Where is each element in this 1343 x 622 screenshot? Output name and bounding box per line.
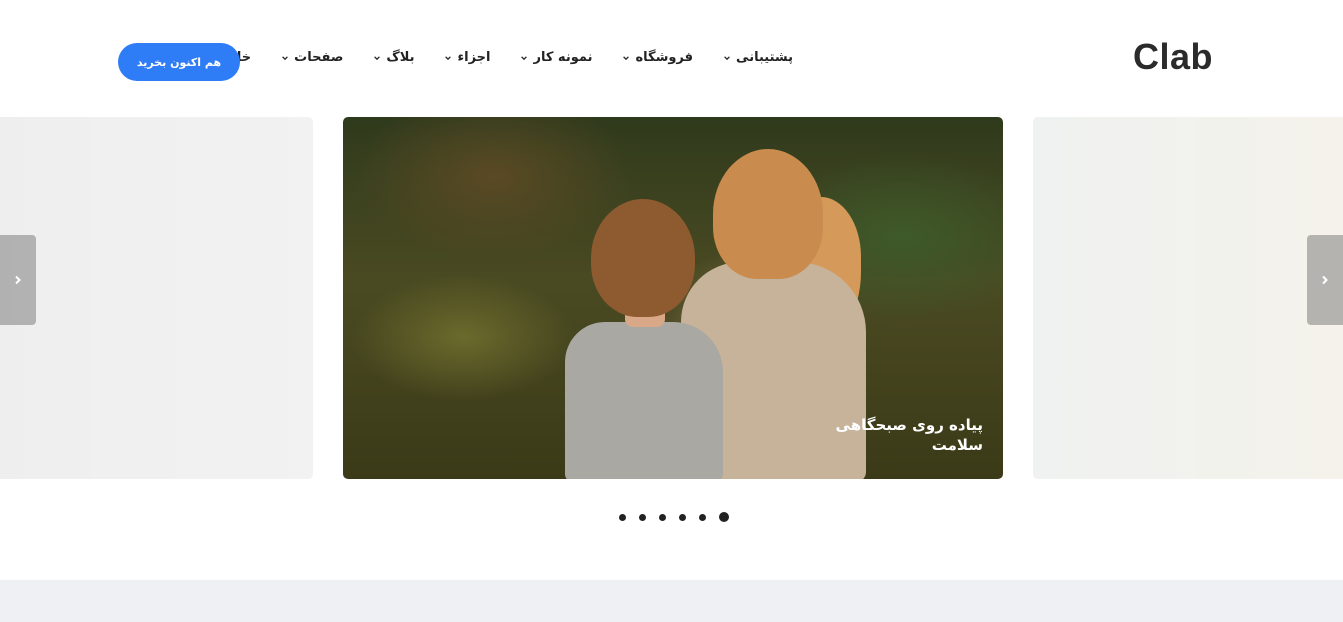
carousel-dot-6-active[interactable] (719, 512, 729, 522)
buy-now-button[interactable]: هم اکنون بخرید (118, 43, 240, 81)
carousel-dot-1[interactable] (619, 513, 626, 521)
nav-item-label: بلاگ (386, 50, 415, 65)
nav-item-shop[interactable]: فروشگاه (622, 50, 693, 65)
chevron-left-icon (15, 275, 21, 285)
photo-girl-head (713, 149, 823, 279)
image-carousel: پیاده روی صبحگاهی سلامت (0, 117, 1343, 479)
chevron-down-icon (724, 55, 730, 60)
site-logo[interactable]: Clab (1133, 36, 1213, 78)
nav-item-portfolio[interactable]: نمونه کار (520, 50, 592, 65)
nav-item-label: صفحات (294, 50, 344, 65)
carousel-dot-5[interactable] (699, 513, 706, 521)
photo-boy-body (565, 322, 723, 479)
nav-item-components[interactable]: اجزاء (444, 50, 490, 65)
carousel-pagination (619, 512, 729, 522)
nav-item-label: اجزاء (457, 50, 491, 65)
chevron-down-icon (623, 55, 630, 60)
nav-item-label: پشتیبانی (736, 50, 793, 65)
carousel-dot-2[interactable] (639, 513, 646, 521)
nav-item-support[interactable]: پشتیبانی (723, 50, 793, 65)
nav-item-blog[interactable]: بلاگ (373, 50, 414, 65)
slide-caption: پیاده روی صبحگاهی سلامت (835, 416, 983, 454)
carousel-prev-button[interactable] (0, 235, 36, 325)
nav-item-label: نمونه کار (533, 50, 593, 65)
carousel-next-button[interactable] (1307, 235, 1343, 325)
section-divider-band (0, 580, 1343, 622)
chevron-right-icon (1322, 275, 1328, 285)
chevron-down-icon (445, 55, 452, 60)
nav-item-pages[interactable]: صفحات (281, 50, 343, 65)
carousel-dot-3[interactable] (659, 513, 666, 521)
main-nav: خانه صفحات بلاگ اجزاء نمونه کار فروشگاه … (211, 50, 793, 65)
carousel-slide-next[interactable] (1033, 117, 1343, 479)
chevron-down-icon (521, 55, 528, 60)
carousel-dot-4[interactable] (679, 513, 686, 521)
carousel-slide-active[interactable]: پیاده روی صبحگاهی سلامت (343, 117, 1003, 479)
photo-boy-head (591, 199, 695, 317)
nav-item-label: فروشگاه (635, 50, 694, 65)
chevron-down-icon (374, 55, 381, 60)
site-header: Clab خانه صفحات بلاگ اجزاء نمونه کار فرو… (0, 0, 1343, 117)
chevron-down-icon (282, 55, 289, 60)
carousel-slide-prev[interactable] (0, 117, 313, 479)
